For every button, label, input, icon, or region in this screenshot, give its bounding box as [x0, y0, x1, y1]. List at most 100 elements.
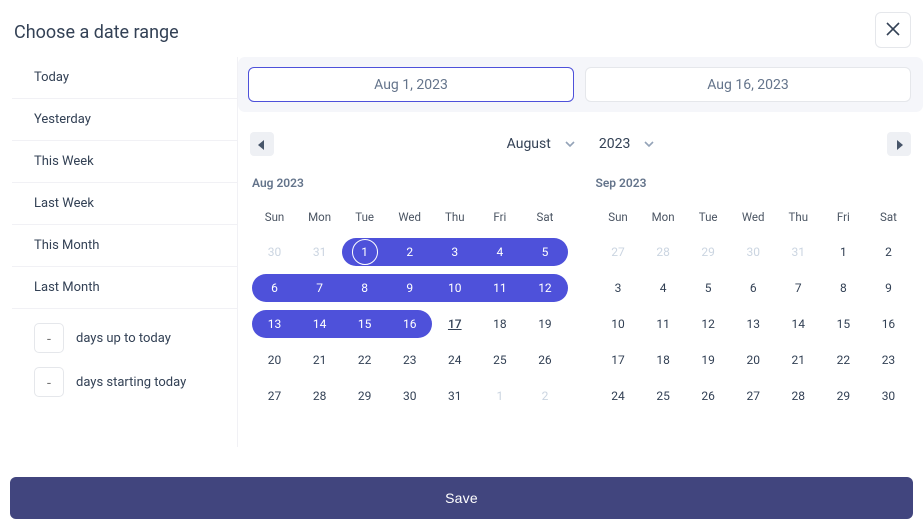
day-cell[interactable]: 5	[522, 238, 567, 266]
day-cell[interactable]: 20	[731, 346, 776, 374]
weekday-header: Sat	[866, 204, 911, 234]
day-cell[interactable]: 16	[866, 310, 911, 338]
day-cell[interactable]: 3	[596, 274, 641, 302]
day-cell[interactable]: 6	[252, 274, 297, 302]
day-cell[interactable]: 19	[522, 310, 567, 338]
day-cell[interactable]: 12	[686, 310, 731, 338]
day-cell[interactable]: 31	[432, 382, 477, 410]
weekday-header: Sat	[522, 204, 567, 234]
day-cell[interactable]: 24	[432, 346, 477, 374]
day-cell[interactable]: 2	[522, 382, 567, 410]
save-button[interactable]: Save	[10, 477, 913, 519]
day-cell[interactable]: 19	[686, 346, 731, 374]
chevron-down-icon	[565, 139, 575, 149]
days-preset-row: days up to today	[34, 323, 229, 353]
days-input[interactable]	[34, 367, 64, 397]
day-cell[interactable]: 24	[596, 382, 641, 410]
day-cell[interactable]: 14	[776, 310, 821, 338]
day-cell[interactable]: 31	[776, 238, 821, 266]
day-cell[interactable]: 28	[297, 382, 342, 410]
month-label: Sep 2023	[596, 176, 912, 190]
day-cell[interactable]: 14	[297, 310, 342, 338]
day-cell[interactable]: 22	[342, 346, 387, 374]
preset-item[interactable]: Yesterday	[12, 99, 237, 141]
day-cell[interactable]: 8	[821, 274, 866, 302]
day-cell[interactable]: 30	[252, 238, 297, 266]
day-cell[interactable]: 25	[641, 382, 686, 410]
end-date-field[interactable]: Aug 16, 2023	[585, 67, 911, 102]
day-cell[interactable]: 7	[776, 274, 821, 302]
preset-item[interactable]: Last Month	[12, 267, 237, 308]
day-cell[interactable]: 27	[252, 382, 297, 410]
day-cell[interactable]: 28	[776, 382, 821, 410]
day-cell[interactable]: 25	[477, 346, 522, 374]
day-cell[interactable]: 15	[342, 310, 387, 338]
day-cell[interactable]: 10	[596, 310, 641, 338]
day-cell[interactable]: 1	[821, 238, 866, 266]
month-select-label: August	[507, 136, 551, 152]
day-cell[interactable]: 29	[686, 238, 731, 266]
day-cell[interactable]: 26	[686, 382, 731, 410]
month-select[interactable]: August	[499, 136, 583, 152]
day-cell[interactable]: 4	[641, 274, 686, 302]
start-date-field[interactable]: Aug 1, 2023	[248, 67, 574, 102]
day-cell[interactable]: 9	[387, 274, 432, 302]
day-cell[interactable]: 26	[522, 346, 567, 374]
triangle-left-icon	[258, 135, 266, 154]
day-cell[interactable]: 27	[596, 238, 641, 266]
day-cell[interactable]: 15	[821, 310, 866, 338]
day-cell[interactable]: 11	[641, 310, 686, 338]
day-cell[interactable]: 12	[522, 274, 567, 302]
day-cell[interactable]: 30	[731, 238, 776, 266]
days-preset-row: days starting today	[34, 367, 229, 397]
day-cell[interactable]: 17	[596, 346, 641, 374]
days-label: days starting today	[76, 375, 186, 390]
day-cell[interactable]: 27	[731, 382, 776, 410]
day-cell[interactable]: 16	[387, 310, 432, 338]
close-button[interactable]	[875, 12, 911, 48]
preset-item[interactable]: This Week	[12, 141, 237, 183]
day-cell[interactable]: 23	[387, 346, 432, 374]
day-cell[interactable]: 29	[821, 382, 866, 410]
prev-month-button[interactable]	[250, 132, 274, 156]
next-month-button[interactable]	[887, 132, 911, 156]
preset-item[interactable]: This Month	[12, 225, 237, 267]
calendar-month: Aug 2023SunMonTueWedThuFriSat30311234567…	[252, 176, 568, 414]
day-cell[interactable]: 23	[866, 346, 911, 374]
day-cell[interactable]: 17	[432, 310, 477, 338]
day-cell[interactable]: 6	[731, 274, 776, 302]
day-cell[interactable]: 1	[477, 382, 522, 410]
weekday-header: Wed	[731, 204, 776, 234]
day-cell[interactable]: 4	[477, 238, 522, 266]
day-cell[interactable]: 2	[866, 238, 911, 266]
day-cell[interactable]: 29	[342, 382, 387, 410]
day-cell[interactable]: 18	[477, 310, 522, 338]
day-cell[interactable]: 22	[821, 346, 866, 374]
day-cell[interactable]: 30	[387, 382, 432, 410]
day-cell[interactable]: 31	[297, 238, 342, 266]
weekday-header: Thu	[776, 204, 821, 234]
day-cell[interactable]: 5	[686, 274, 731, 302]
day-cell[interactable]: 13	[252, 310, 297, 338]
day-cell[interactable]: 3	[432, 238, 477, 266]
preset-item[interactable]: Today	[12, 57, 237, 99]
day-cell[interactable]: 21	[776, 346, 821, 374]
day-cell[interactable]: 20	[252, 346, 297, 374]
day-cell[interactable]: 7	[297, 274, 342, 302]
day-cell[interactable]: 10	[432, 274, 477, 302]
year-select[interactable]: 2023	[591, 136, 662, 152]
day-cell[interactable]: 30	[866, 382, 911, 410]
preset-item[interactable]: Last Week	[12, 183, 237, 225]
day-cell[interactable]: 9	[866, 274, 911, 302]
day-cell[interactable]: 13	[731, 310, 776, 338]
day-cell[interactable]: 21	[297, 346, 342, 374]
day-cell[interactable]: 8	[342, 274, 387, 302]
day-cell[interactable]: 18	[641, 346, 686, 374]
day-cell[interactable]: 11	[477, 274, 522, 302]
year-select-label: 2023	[599, 136, 630, 152]
days-label: days up to today	[76, 331, 171, 346]
days-input[interactable]	[34, 323, 64, 353]
day-cell[interactable]: 28	[641, 238, 686, 266]
day-cell[interactable]: 2	[387, 238, 432, 266]
day-cell[interactable]: 1	[342, 238, 387, 266]
